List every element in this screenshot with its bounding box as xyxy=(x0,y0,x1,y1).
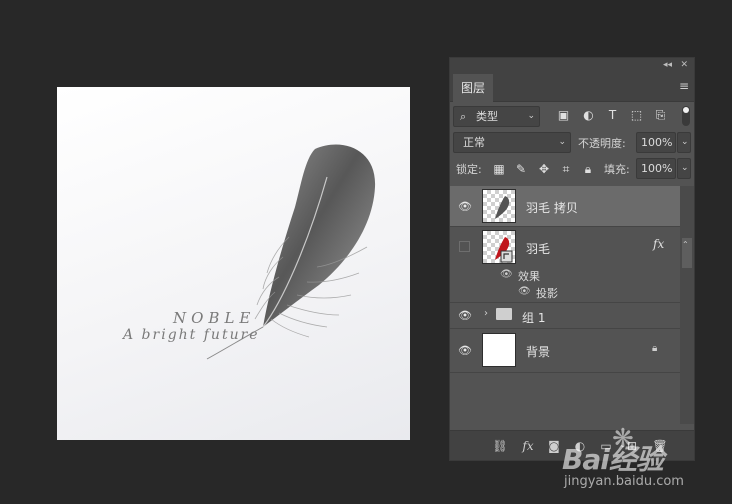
fill-dropdown[interactable]: ⌄ xyxy=(677,158,691,179)
watermark: ❋ Bai经验 jingyan.baidu.com xyxy=(562,424,732,504)
layer-name: 组 1 xyxy=(522,311,546,325)
feather-red-thumbnail-icon xyxy=(495,237,513,263)
blend-row: 正常 ⌄ 不透明度: 100% ⌄ xyxy=(450,129,694,156)
effects-label: 效果 xyxy=(518,270,540,283)
layers-scrollbar[interactable]: ⌃ xyxy=(680,186,694,424)
filter-type-label: 类型 xyxy=(476,110,498,123)
visibility-toggle-empty[interactable] xyxy=(459,241,470,252)
panel-menu-icon[interactable]: ≡ xyxy=(679,79,689,93)
canvas-tagline-text: A bright future xyxy=(123,327,260,343)
filter-type-select[interactable]: ⌕ 类型 ⌄ xyxy=(453,106,540,127)
lock-all-icon[interactable]: 🔒︎ xyxy=(581,162,595,176)
chevron-up-icon[interactable]: ⌃ xyxy=(682,240,689,249)
add-mask-icon[interactable]: ◙ xyxy=(546,438,562,454)
layer-thumbnail xyxy=(482,230,516,264)
visibility-eye-icon[interactable]: 👁︎ xyxy=(458,309,472,323)
opacity-dropdown[interactable]: ⌄ xyxy=(677,132,691,153)
watermark-url: jingyan.baidu.com xyxy=(564,474,684,489)
blend-mode-label: 正常 xyxy=(463,136,485,149)
visibility-eye-icon[interactable]: 👁︎ xyxy=(458,344,472,358)
drop-shadow-eye-icon[interactable]: 👁︎ xyxy=(518,286,531,297)
collapse-icon[interactable]: ◂◂ xyxy=(663,58,672,72)
effects-eye-icon[interactable]: 👁︎ xyxy=(500,269,513,280)
feather-artwork xyxy=(206,144,376,360)
close-icon[interactable]: ✕ xyxy=(680,58,688,72)
fx-icon[interactable]: fx xyxy=(520,438,536,454)
chevron-down-icon: ⌄ xyxy=(527,111,535,121)
chevron-down-icon: ⌄ xyxy=(681,163,689,173)
fill-input[interactable]: 100% xyxy=(636,158,676,179)
type-filter-icon[interactable]: T xyxy=(605,108,620,123)
drop-shadow-label: 投影 xyxy=(536,287,558,300)
visibility-eye-icon[interactable]: 👁︎ xyxy=(458,200,472,214)
layers-list: 👁︎ 羽毛 拷贝 羽毛 fx 👁︎ 效果 👁︎ 投影 👁︎ › 组 1 👁︎ 背… xyxy=(450,186,680,373)
layer-name: 背景 xyxy=(526,345,551,359)
blend-mode-select[interactable]: 正常 ⌄ xyxy=(453,132,571,153)
layer-row[interactable]: 👁︎ › 组 1 xyxy=(450,303,680,329)
smart-object-filter-icon[interactable]: ⎘ xyxy=(653,108,668,123)
panel-tabbar: 图层 ≡ xyxy=(450,72,694,102)
lock-transparent-icon[interactable]: ▦ xyxy=(492,162,506,176)
filter-row: ⌕ 类型 ⌄ ▣ ◐ T ⬚ ⎘ xyxy=(450,102,694,129)
fx-icon[interactable]: fx xyxy=(653,237,664,251)
layer-row[interactable]: 👁︎ 羽毛 拷贝 xyxy=(450,186,680,227)
feather-thumbnail-icon xyxy=(495,196,510,219)
adjustment-filter-icon[interactable]: ◐ xyxy=(581,108,596,123)
chevron-right-icon[interactable]: › xyxy=(484,308,488,319)
lock-position-icon[interactable]: ✥ xyxy=(537,162,551,176)
watermark-logo: Bai经验 xyxy=(562,443,664,476)
opacity-input[interactable]: 100% xyxy=(636,132,676,153)
canvas-title-text: NOBLE xyxy=(173,309,256,327)
search-icon: ⌕ xyxy=(460,110,467,123)
layer-row[interactable]: 羽毛 fx 👁︎ 效果 👁︎ 投影 xyxy=(450,227,680,303)
chevron-down-icon: ⌄ xyxy=(681,137,689,147)
lock-image-icon[interactable]: ✎ xyxy=(514,162,528,176)
layers-panel: ◂◂ ✕ 图层 ≡ ⌕ 类型 ⌄ ▣ ◐ T ⬚ ⎘ 正常 ⌄ 不透明度: 10… xyxy=(449,57,695,461)
opacity-label: 不透明度: xyxy=(578,137,626,150)
chevron-down-icon: ⌄ xyxy=(558,137,566,147)
filter-toggle[interactable] xyxy=(682,106,690,126)
tab-layers[interactable]: 图层 xyxy=(453,74,494,102)
shape-filter-icon[interactable]: ⬚ xyxy=(629,108,644,123)
lock-label: 锁定: xyxy=(456,163,482,176)
panel-topbar: ◂◂ ✕ xyxy=(450,58,694,72)
lock-artboard-icon[interactable]: ⌗ xyxy=(559,162,573,176)
layer-thumbnail xyxy=(482,333,516,367)
folder-icon xyxy=(496,308,512,320)
image-filter-icon[interactable]: ▣ xyxy=(556,108,571,123)
link-layers-icon[interactable]: ⛓︎ xyxy=(492,438,508,454)
lock-icon: 🔒︎ xyxy=(652,343,658,354)
fill-label: 填充: xyxy=(604,163,630,176)
lock-row: 锁定: ▦ ✎ ✥ ⌗ 🔒︎ 填充: 100% ⌄ xyxy=(450,156,694,183)
layer-thumbnail xyxy=(482,189,516,223)
layer-name: 羽毛 拷贝 xyxy=(526,201,578,215)
document-canvas[interactable]: NOBLE A bright future xyxy=(57,87,410,440)
layer-name: 羽毛 xyxy=(526,242,551,256)
layer-row[interactable]: 👁︎ 背景 🔒︎ xyxy=(450,329,680,373)
